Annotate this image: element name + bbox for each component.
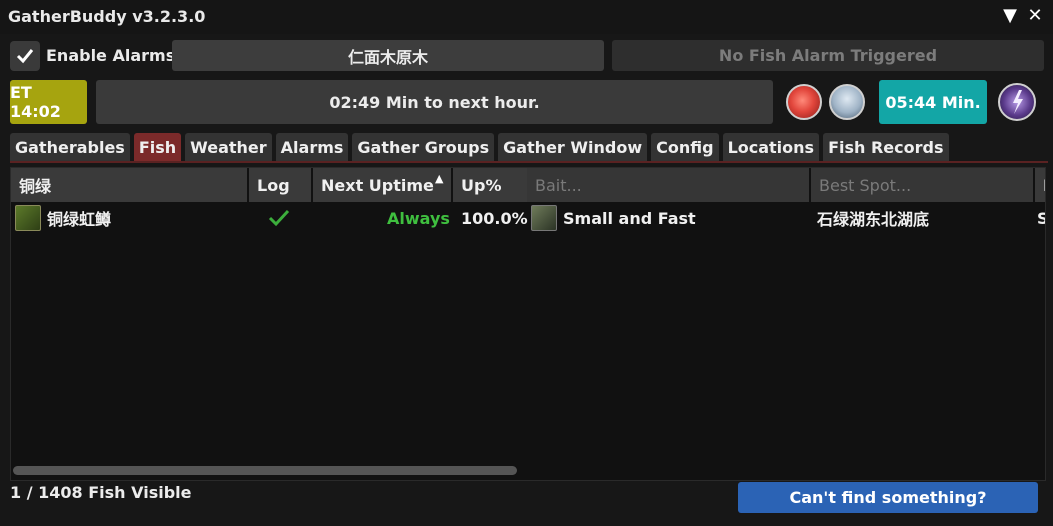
fish-name: 铜绿虹鳟: [47, 210, 112, 229]
clear-sun-icon: [786, 84, 822, 120]
window-title: GatherBuddy v3.2.3.0: [8, 7, 206, 26]
close-icon[interactable]: ✕: [1025, 5, 1045, 27]
item-search-button[interactable]: 仁面木原木: [172, 40, 604, 71]
table-header: 铜绿 Log Next Uptime ▲ Up% Bait... Best Sp…: [11, 168, 1045, 202]
bait-name: Small and Fast: [563, 208, 696, 228]
best-spot-filter-input[interactable]: Best Spot...: [811, 168, 1033, 202]
next-uptime-column-header[interactable]: Next Uptime ▲: [313, 168, 451, 202]
tab-gather-window[interactable]: Gather Window: [498, 133, 648, 161]
tab-divider: [10, 161, 1048, 163]
bait-cell[interactable]: Small and Fast: [531, 204, 696, 232]
enable-alarms-label: Enable Alarms: [46, 46, 176, 65]
next-uptime-label: Next Uptime: [321, 175, 434, 195]
cant-find-something-button[interactable]: Can't find something?: [738, 482, 1038, 513]
fish-table: 铜绿 Log Next Uptime ▲ Up% Bait... Best Sp…: [10, 167, 1046, 481]
next-uptime-cell: Always: [387, 208, 450, 228]
table-row[interactable]: 铜绿虹鳟 Always 100.0% Small and Fast 石绿湖东北湖…: [11, 204, 1045, 232]
tab-locations[interactable]: Locations: [722, 133, 820, 161]
tab-gather-groups[interactable]: Gather Groups: [352, 133, 495, 161]
fish-icon: [15, 205, 41, 231]
tab-fish-records[interactable]: Fish Records: [823, 133, 949, 161]
enable-alarms-toggle[interactable]: Enable Alarms: [10, 40, 175, 71]
up-percent-cell: 100.0%: [461, 208, 528, 228]
log-column-header[interactable]: Log: [249, 168, 311, 202]
log-cell: [267, 204, 291, 232]
cloudy-icon: [829, 84, 865, 120]
fish-name-cell: 铜绿虹鳟: [15, 204, 111, 232]
title-bar[interactable]: GatherBuddy v3.2.3.0 ▼ ✕: [0, 0, 1053, 34]
best-spot-cell[interactable]: 石绿湖东北湖底: [817, 204, 929, 232]
collapse-icon[interactable]: ▼: [1000, 5, 1020, 27]
tab-alarms[interactable]: Alarms: [275, 133, 349, 161]
eorzea-time: ET 14:02: [10, 80, 87, 124]
fish-visible-count: 1 / 1408 Fish Visible: [10, 483, 192, 502]
more-column-header[interactable]: F: [1035, 168, 1045, 202]
tab-bar: Gatherables Fish Weather Alarms Gather G…: [10, 133, 953, 161]
fish-alarm-status: No Fish Alarm Triggered: [612, 40, 1044, 71]
enable-alarms-checkbox[interactable]: [10, 40, 40, 71]
sort-ascending-icon: ▲: [435, 172, 444, 185]
tab-weather[interactable]: Weather: [185, 133, 272, 161]
gatherbuddy-window: GatherBuddy v3.2.3.0 ▼ ✕ Enable Alarms 仁…: [0, 0, 1053, 526]
tab-gatherables[interactable]: Gatherables: [10, 133, 130, 161]
name-filter-header[interactable]: 铜绿: [11, 168, 247, 202]
thunderstorm-icon: [998, 83, 1036, 121]
horizontal-scrollbar[interactable]: [13, 466, 517, 475]
up-percent-column-header[interactable]: Up%: [453, 168, 527, 202]
bait-icon: [531, 205, 557, 231]
tab-fish[interactable]: Fish: [133, 133, 182, 161]
tab-config[interactable]: Config: [651, 133, 719, 161]
weather-timer: 05:44 Min.: [879, 80, 987, 124]
next-hour-countdown: 02:49 Min to next hour.: [96, 80, 773, 124]
bait-filter-input[interactable]: Bait...: [527, 168, 809, 202]
caught-check-icon: [268, 209, 290, 227]
checkmark-icon: [16, 48, 34, 63]
more-cell: S: [1037, 204, 1045, 232]
